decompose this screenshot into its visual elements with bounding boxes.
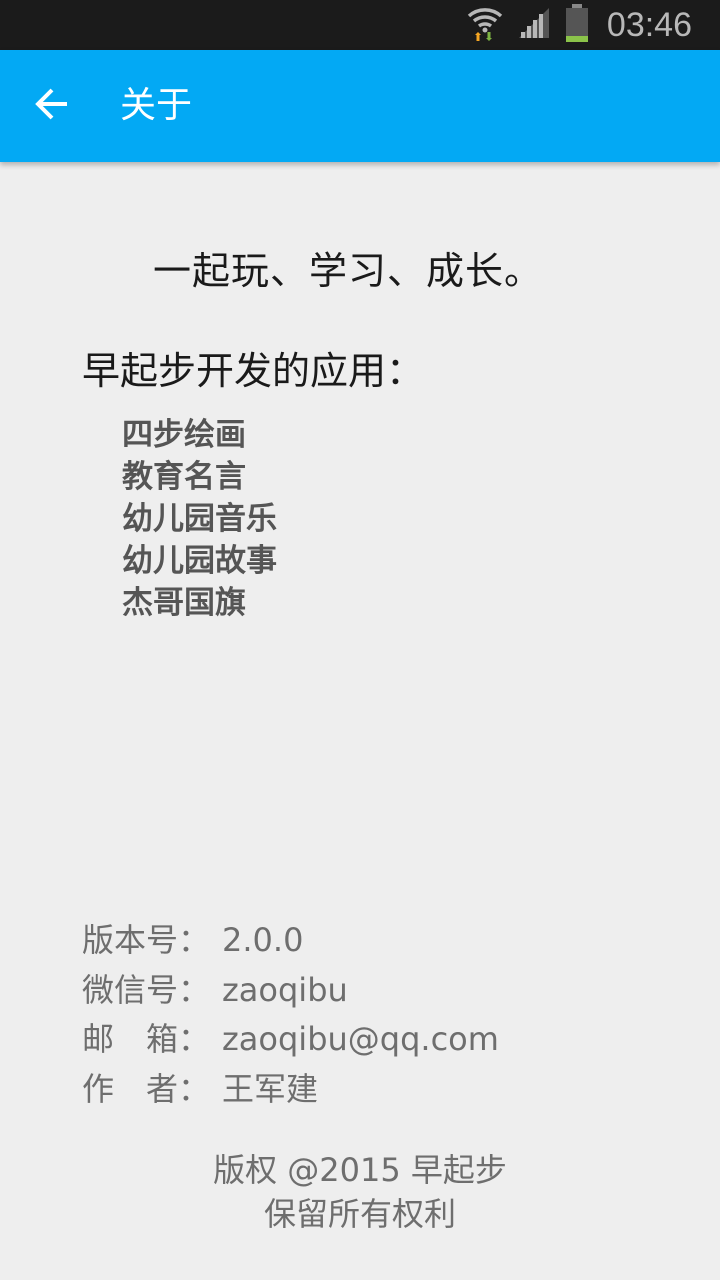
wifi-icon [467,4,503,46]
author-value: 王军建 [222,1069,319,1108]
email-row: 邮 箱： zaoqibu@qq.com [82,1015,499,1065]
page-title: 关于 [120,85,193,126]
footer: 版权 @2015 早起步 保留所有权利 [0,1148,720,1236]
copyright-text: 版权 @2015 早起步 [213,1151,507,1189]
app-bar: 关于 [0,50,720,162]
rights-text: 保留所有权利 [263,1195,456,1233]
slogan: 一起玩、学习、成长。 [152,249,543,293]
app-list-item: 幼儿园故事 [122,543,277,579]
app-list-item: 四步绘画 [122,417,246,453]
status-bar: 03:46 [0,0,720,50]
apps-list: 四步绘画 教育名言 幼儿园音乐 幼儿园故事 杰哥国旗 [122,414,277,624]
app-list-item: 幼儿园音乐 [122,501,277,537]
author-label: 作 者： [82,1069,211,1108]
arrow-back-icon [34,86,70,126]
status-icons: 03:46 [467,0,692,50]
wechat-value: zaoqibu [222,970,348,1009]
wechat-row: 微信号： zaoqibu [82,966,499,1016]
email-value: zaoqibu@qq.com [222,1020,499,1058]
email-label: 邮 箱： [82,1020,211,1058]
app-list-item: 杰哥国旗 [122,585,246,621]
author-row: 作 者： 王军建 [82,1065,499,1115]
version-label: 版本号： [82,921,211,959]
back-button[interactable] [24,78,80,134]
apps-heading: 早起步开发的应用： [82,349,425,393]
version-value: 2.0.0 [222,921,304,959]
app-list-item: 教育名言 [122,459,246,495]
signal-icon [517,6,551,44]
battery-icon [565,4,589,46]
wechat-label: 微信号： [82,970,211,1009]
clock: 03:46 [606,6,692,44]
version-row: 版本号： 2.0.0 [82,916,499,966]
info-section: 版本号： 2.0.0 微信号： zaoqibu 邮 箱： zaoqibu@qq.com… [82,916,499,1114]
